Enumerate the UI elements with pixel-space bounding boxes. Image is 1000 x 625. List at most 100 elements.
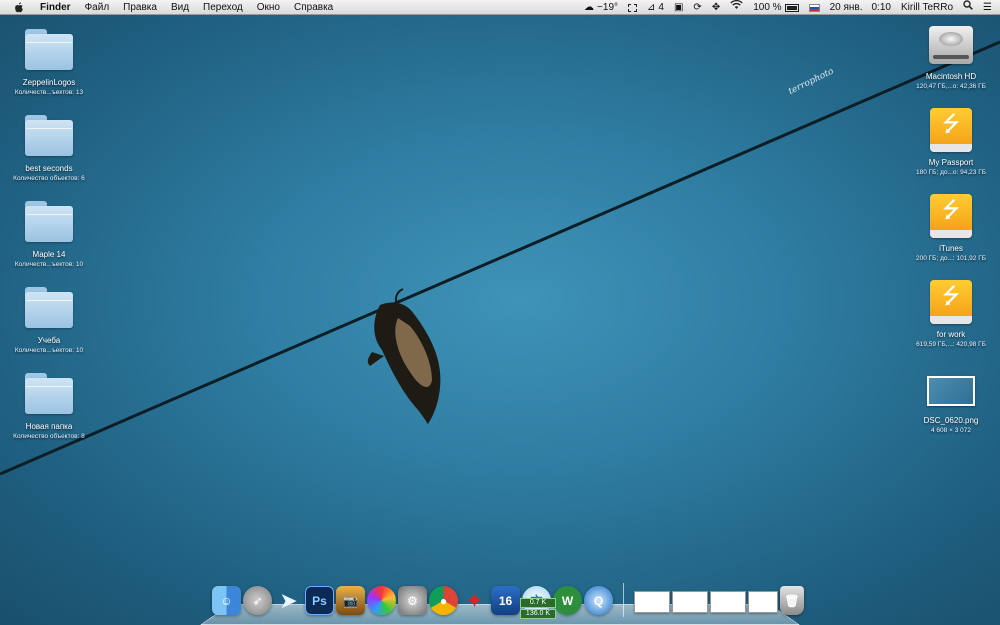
user-name: Kirill TeRRo — [900, 2, 954, 13]
notes-status[interactable]: ▣ — [669, 0, 688, 15]
menu-window[interactable]: Окно — [250, 0, 287, 15]
desktop-item-meta: 200 ГБ; до...: 101,92 ГБ — [916, 255, 986, 262]
launchpad-icon[interactable]: ➶ — [243, 586, 272, 615]
network-upload-rate: 0.7 K — [520, 598, 556, 608]
desktop-item-meta: 619,59 ГБ,...: 420,98 ГБ — [916, 341, 986, 348]
desktop-folder-new-folder[interactable]: Новая папка Количество объектов: 8 — [4, 370, 94, 441]
apple-menu-icon[interactable] — [12, 1, 26, 13]
system-preferences-icon[interactable]: ⚙ — [398, 586, 427, 615]
search-icon — [963, 0, 973, 15]
minimized-window-4[interactable] — [748, 591, 778, 613]
maple-leaf-icon[interactable]: ✦ — [460, 586, 489, 615]
desktop-item-meta: Количество объектов: 6 — [13, 175, 85, 182]
weather-status[interactable]: ☁ −19° — [579, 0, 623, 15]
input-source-status[interactable] — [804, 0, 825, 15]
desktop-folder-best-seconds[interactable]: best seconds Количество объектов: 6 — [4, 112, 94, 183]
desktop-item-name: DSC_0620.png — [923, 416, 979, 425]
date-text: 20 янв. — [829, 2, 863, 13]
desktop-item-name: Учеба — [37, 336, 61, 345]
battery-percent: 100 % — [753, 2, 782, 13]
folder-icon — [23, 112, 75, 160]
menu-go[interactable]: Переход — [196, 0, 250, 15]
dashed-square-icon — [628, 3, 638, 12]
quicktime-icon[interactable]: Q — [584, 586, 613, 615]
photoshop-icon[interactable]: Ps — [305, 586, 334, 615]
desktop-folder-zeppelinlogos[interactable]: ZeppelinLogos Количеств...ъектов: 13 — [4, 26, 94, 97]
desktop-item-meta: Количество объектов: 8 — [13, 433, 85, 440]
hard-drive-icon — [925, 20, 977, 68]
photo-flower-icon[interactable] — [367, 586, 396, 615]
sync-status[interactable]: ⟳ — [688, 0, 706, 15]
cloud-icon: ☁ — [584, 2, 595, 13]
clock-date[interactable]: 20 янв. 0:10 — [825, 0, 896, 15]
notification-center-button[interactable]: ☰ — [978, 0, 1000, 15]
desktop-drive-macintosh-hd[interactable]: Macintosh HD 120,47 ГБ,...о: 42,36 ГБ — [906, 20, 996, 91]
desktop-item-meta: 4 608 × 3 072 — [931, 427, 971, 434]
spotlight-button[interactable] — [958, 0, 978, 15]
minimized-window-3[interactable] — [710, 591, 746, 613]
list-icon: ☰ — [983, 2, 992, 13]
image-thumbnail-icon — [925, 364, 977, 412]
spaces-status[interactable]: ⊿ 4 — [642, 0, 669, 15]
folder-icon — [23, 198, 75, 246]
desktop-item-name: iTunes — [939, 244, 963, 253]
folder-icon — [23, 284, 75, 332]
wifi-status[interactable] — [725, 0, 748, 15]
russian-flag-icon — [808, 3, 820, 12]
paper-plane-icon[interactable]: ➤ — [274, 586, 303, 615]
chrome-icon[interactable]: ● — [429, 586, 458, 615]
screen-capture-status[interactable] — [623, 0, 642, 15]
usb-drive-icon: ⭍ — [925, 106, 977, 154]
network-download-rate: 136.0 K — [520, 609, 556, 619]
desktop-file-dsc-0620[interactable]: DSC_0620.png 4 608 × 3 072 — [906, 364, 996, 435]
desktop-item-meta: 120,47 ГБ,...о: 42,36 ГБ — [916, 83, 986, 90]
usb-drive-icon: ⭍ — [925, 278, 977, 326]
desktop-folder-maple-14[interactable]: Maple 14 Количеств...ъектов: 10 — [4, 198, 94, 269]
wifi-icon — [730, 0, 743, 15]
desktop-item-meta: 180 ГБ; до...о: 94,23 ГБ — [916, 169, 986, 176]
menu-edit[interactable]: Правка — [116, 0, 164, 15]
network-meter: 0.7 K 136.0 K — [520, 598, 556, 620]
desktop-item-name: Macintosh HD — [925, 72, 977, 81]
user-menu[interactable]: Kirill TeRRo — [896, 0, 958, 15]
desktop-item-meta: Количеств...ъектов: 10 — [14, 347, 84, 354]
wordpress-icon[interactable]: W — [553, 586, 582, 615]
dock: ☺ ➶ ➤ Ps 📷 ⚙ ● ✦ 16 文 W Q 🗑 — [212, 577, 804, 623]
trash-icon[interactable]: 🗑 — [780, 586, 804, 615]
weather-temperature: −19° — [597, 2, 619, 13]
menu-file[interactable]: Файл — [78, 0, 117, 15]
calendar-badge-icon[interactable]: 16 — [491, 586, 520, 615]
desktop-drive-my-passport[interactable]: ⭍ My Passport 180 ГБ; до...о: 94,23 ГБ — [906, 106, 996, 177]
desktop-item-name: ZeppelinLogos — [22, 78, 76, 87]
desktop-drive-itunes[interactable]: ⭍ iTunes 200 ГБ; до...: 101,92 ГБ — [906, 192, 996, 263]
menu-help[interactable]: Справка — [287, 0, 340, 15]
minimized-window-2[interactable] — [672, 591, 708, 613]
notes-icon: ▣ — [673, 2, 684, 13]
usb-drive-icon: ⭍ — [925, 192, 977, 240]
desktop-item-name: best seconds — [25, 164, 73, 173]
folder-icon — [23, 370, 75, 418]
desktop-drive-for-work[interactable]: ⭍ for work 619,59 ГБ,...: 420,98 ГБ — [906, 278, 996, 349]
folder-icon — [23, 26, 75, 74]
wallpaper-wire-bird — [0, 40, 1000, 476]
spaces-count: 4 — [658, 2, 664, 13]
finder-icon[interactable]: ☺ — [212, 586, 241, 615]
crosshair-icon: ✥ — [711, 2, 721, 13]
sync-icon: ⟳ — [693, 2, 702, 13]
minimized-window-1[interactable] — [634, 591, 670, 613]
desktop-item-name: My Passport — [928, 158, 974, 167]
dock-separator — [623, 583, 624, 617]
menu-view[interactable]: Вид — [164, 0, 196, 15]
desktop-item-name: Новая папка — [25, 422, 73, 431]
desktop-item-meta: Количеств...ъектов: 10 — [14, 261, 84, 268]
menu-app-finder[interactable]: Finder — [38, 0, 78, 15]
spaces-icon: ⊿ — [647, 2, 656, 13]
iphoto-icon[interactable]: 📷 — [336, 586, 365, 615]
battery-status[interactable]: 100 % — [748, 0, 803, 15]
bluetooth-status[interactable]: ✥ — [707, 0, 725, 15]
time-text: 0:10 — [871, 2, 891, 13]
desktop-item-meta: Количеств...ъектов: 13 — [14, 89, 84, 96]
menu-bar: Finder Файл Правка Вид Переход Окно Спра… — [0, 0, 1000, 15]
battery-icon — [784, 3, 799, 12]
desktop-folder-ucheba[interactable]: Учеба Количеств...ъектов: 10 — [4, 284, 94, 355]
